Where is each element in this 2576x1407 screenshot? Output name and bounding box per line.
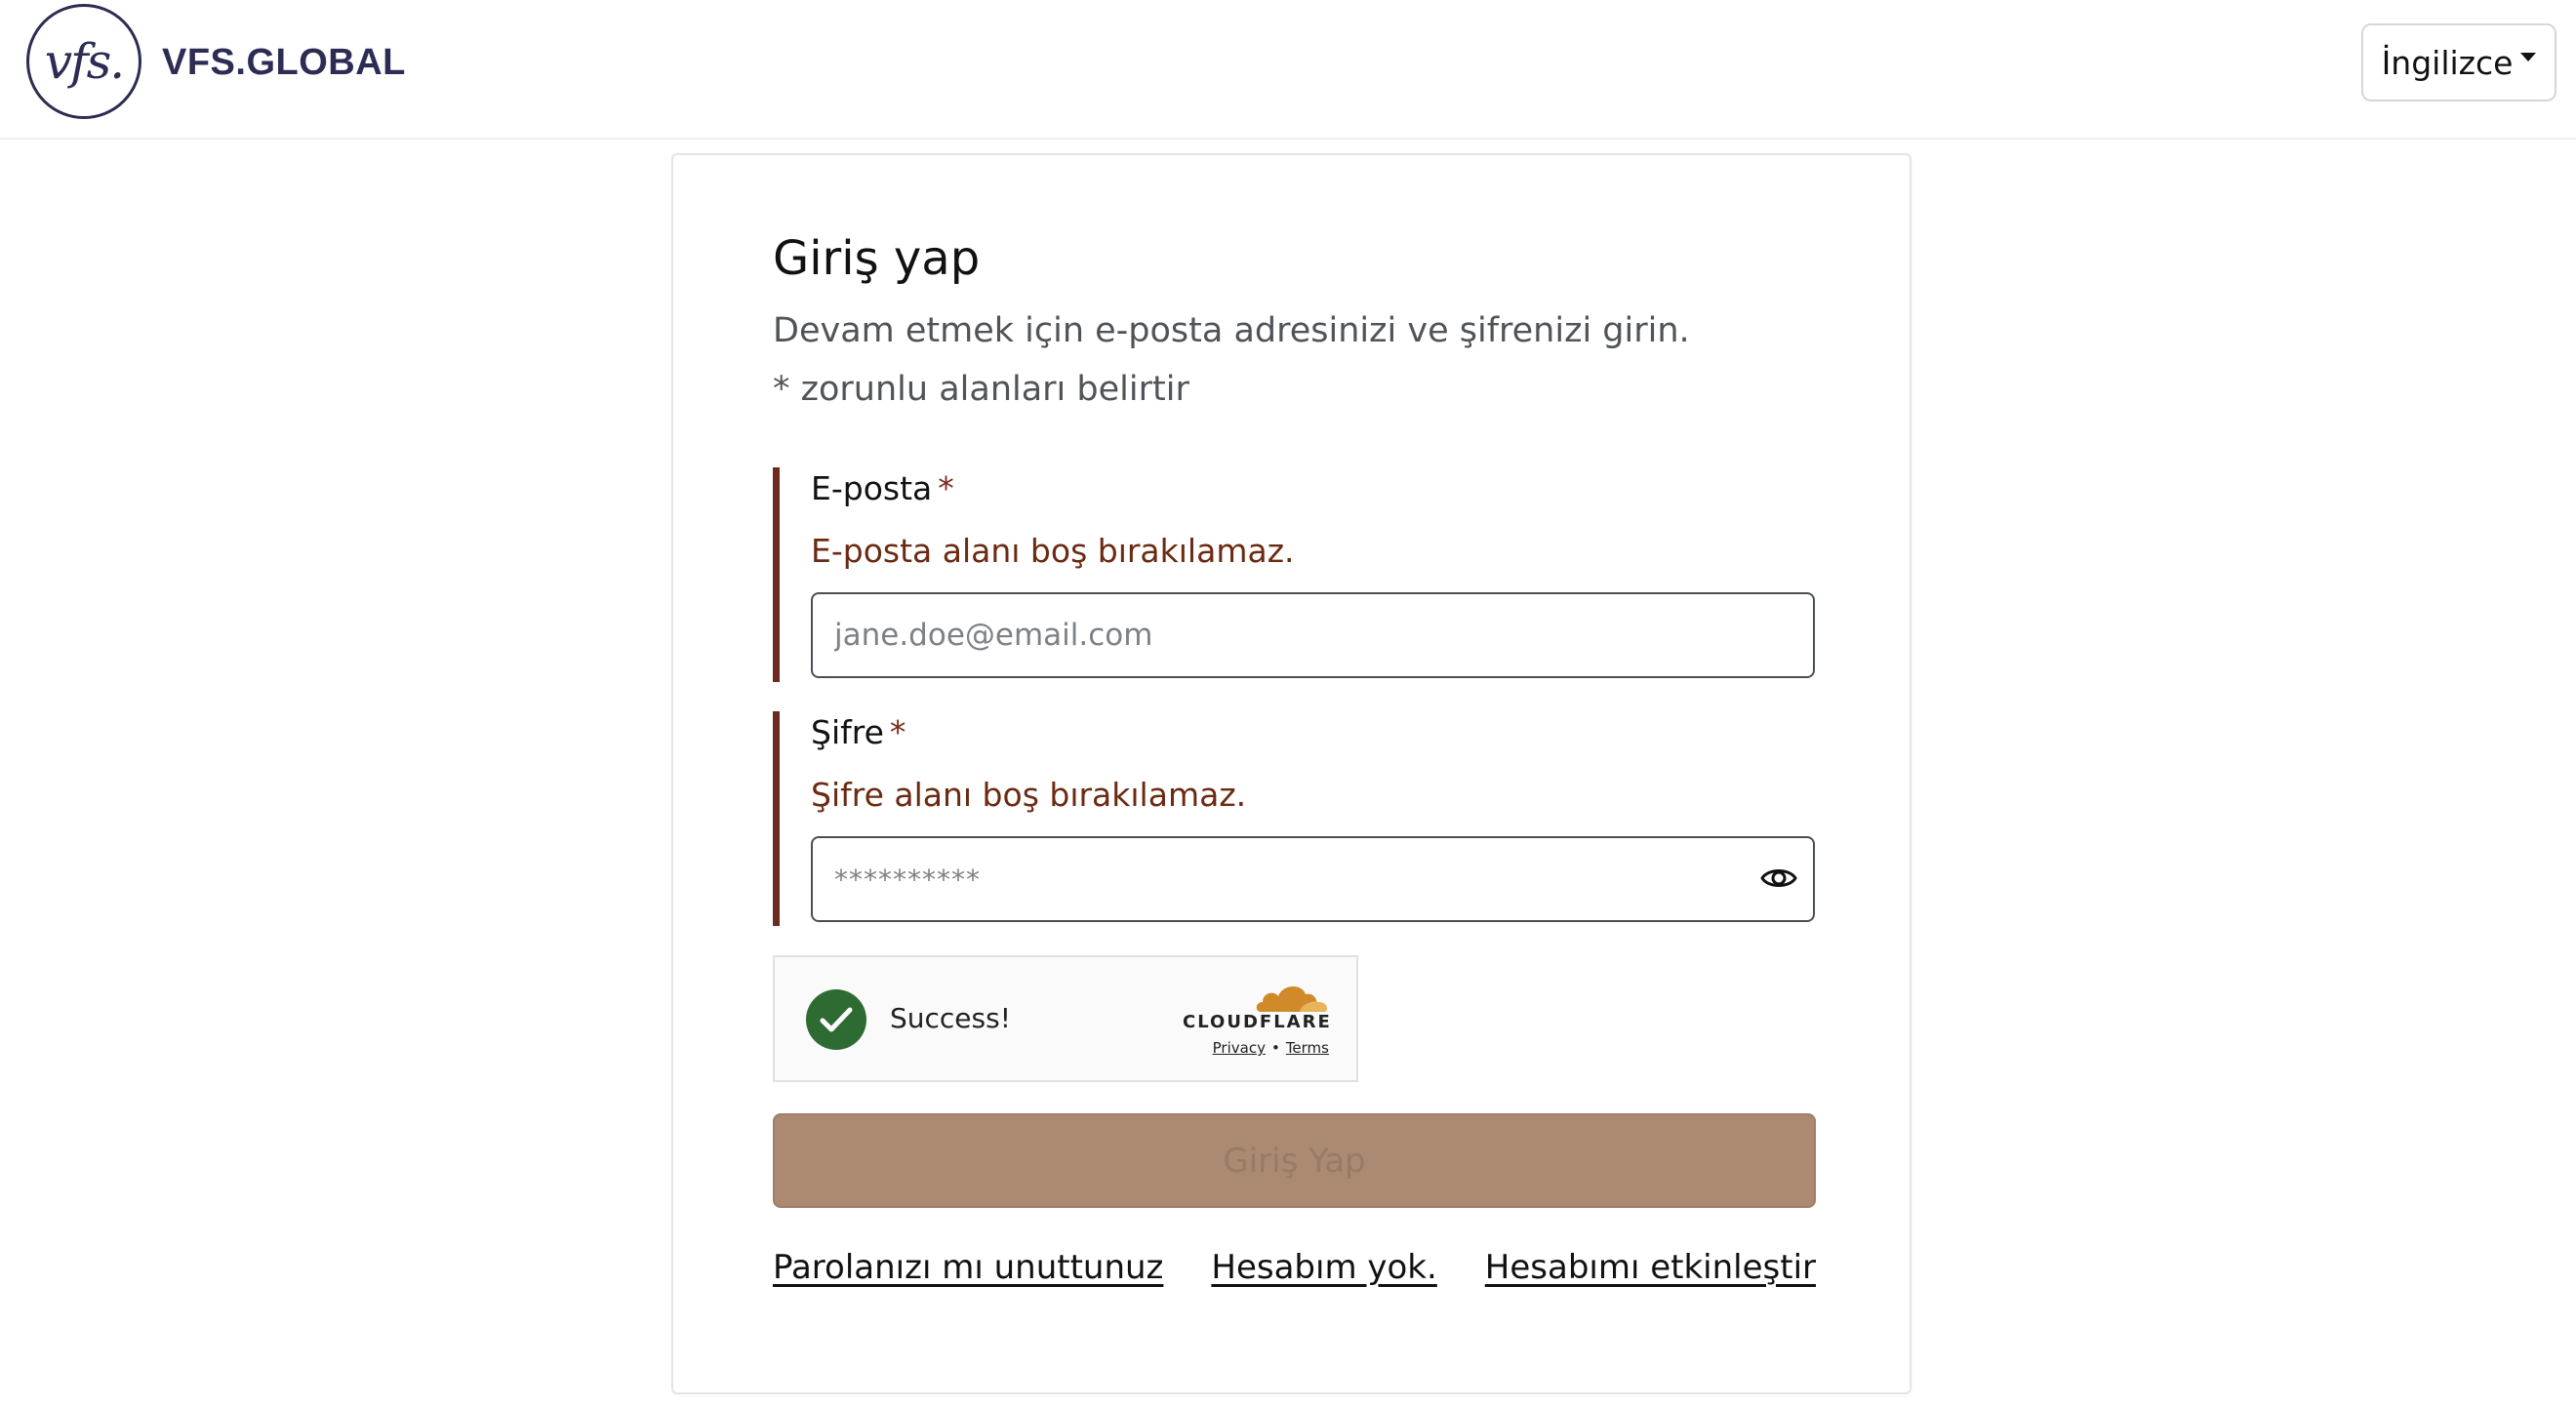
show-password-eye-icon[interactable] xyxy=(1755,855,1802,902)
password-error-message: Şifre alanı boş bırakılamaz. xyxy=(811,776,1247,814)
caret-down-icon xyxy=(2520,52,2537,61)
logo-mark-text: vfs. xyxy=(44,33,125,90)
captcha-terms-link[interactable]: Terms xyxy=(1286,1039,1329,1057)
cloudflare-brand-text: CLOUDFLARE xyxy=(1183,1012,1332,1032)
cloudflare-captcha-widget[interactable]: Success! CLOUDFLARE Privacy • Terms xyxy=(773,955,1358,1082)
language-label: İngilizce xyxy=(2381,43,2514,82)
required-asterisk: * xyxy=(889,713,906,751)
email-field-group: E-posta * E-posta alanı boş bırakılamaz. xyxy=(773,467,1815,682)
email-label-text: E-posta xyxy=(811,469,933,507)
login-submit-button[interactable]: Giriş Yap xyxy=(773,1113,1816,1208)
required-asterisk: * xyxy=(938,469,954,507)
language-dropdown-button[interactable]: İngilizce xyxy=(2361,23,2556,101)
password-label-text: Şifre xyxy=(811,713,884,751)
password-field-group: Şifre * Şifre alanı boş bırakılamaz. xyxy=(773,711,1815,926)
page-title: Giriş yap xyxy=(773,231,981,286)
captcha-privacy-link[interactable]: Privacy xyxy=(1213,1039,1266,1057)
vfs-logo-text[interactable]: VFS.GLOBAL xyxy=(162,42,406,84)
account-links: Parolanızı mı unuttunuz Hesabım yok. Hes… xyxy=(773,1248,1816,1287)
email-input[interactable] xyxy=(811,592,1815,678)
email-error-message: E-posta alanı boş bırakılamaz. xyxy=(811,532,1295,570)
page-subtitle: Devam etmek için e-posta adresinizi ve ş… xyxy=(773,311,1690,350)
vfs-logo-mark[interactable]: vfs. xyxy=(26,4,141,119)
top-navbar: vfs. VFS.GLOBAL İngilizce xyxy=(0,0,2576,140)
required-fields-note: * zorunlu alanları belirtir xyxy=(773,370,1189,409)
captcha-links: Privacy • Terms xyxy=(1163,1039,1329,1057)
activate-account-link[interactable]: Hesabımı etkinleştir xyxy=(1485,1248,1816,1287)
no-account-link[interactable]: Hesabım yok. xyxy=(1211,1248,1436,1287)
login-card: Giriş yap Devam etmek için e-posta adres… xyxy=(671,153,1912,1394)
forgot-password-link[interactable]: Parolanızı mı unuttunuz xyxy=(773,1248,1163,1287)
password-input[interactable] xyxy=(811,836,1815,922)
password-label: Şifre * xyxy=(811,713,906,751)
success-check-icon xyxy=(806,989,866,1050)
captcha-link-separator: • xyxy=(1270,1039,1280,1057)
email-label: E-posta * xyxy=(811,469,954,507)
captcha-status-text: Success! xyxy=(890,1002,1011,1034)
